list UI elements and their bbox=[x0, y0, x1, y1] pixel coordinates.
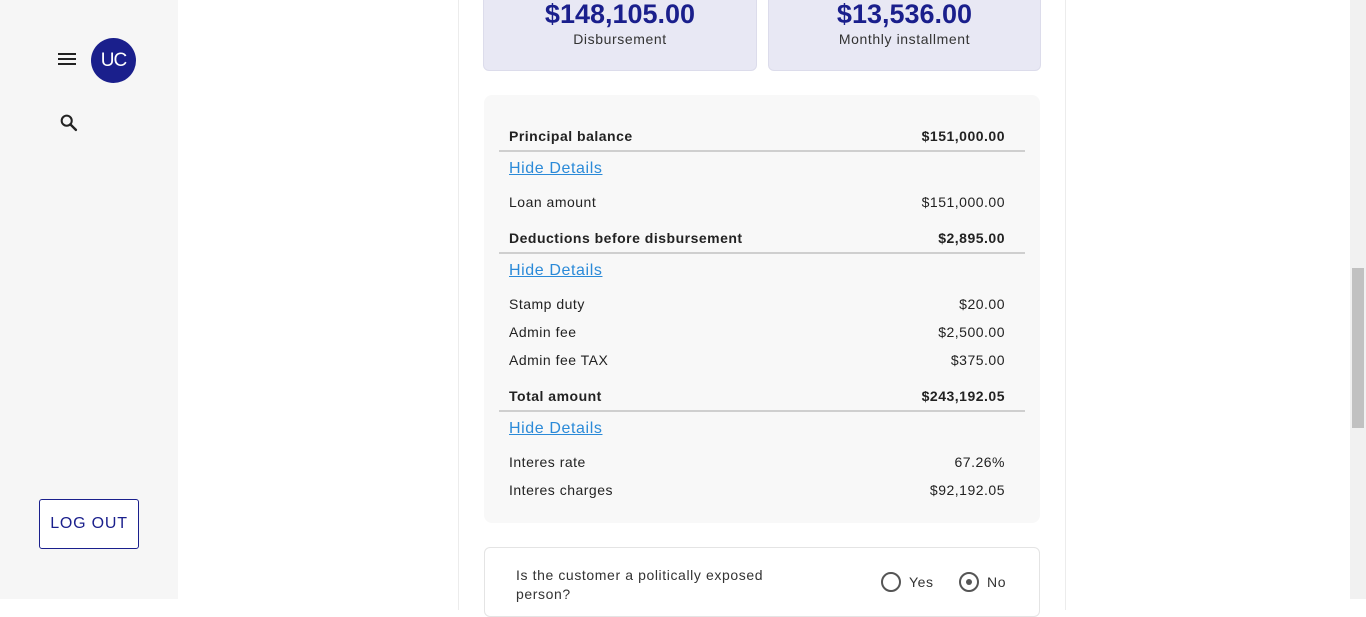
radio-no-label: No bbox=[987, 574, 1007, 590]
deductions-label: Deductions before disbursement bbox=[509, 230, 743, 246]
page-scrollbar[interactable] bbox=[1350, 0, 1366, 599]
admin-fee-row: Admin fee $2,500.00 bbox=[509, 322, 1005, 342]
radio-yes-label: Yes bbox=[909, 574, 934, 590]
principal-balance-label: Principal balance bbox=[509, 128, 633, 144]
stamp-duty-label: Stamp duty bbox=[509, 296, 585, 312]
loan-amount-row: Loan amount $151,000.00 bbox=[509, 192, 1005, 212]
loan-amount-label: Loan amount bbox=[509, 194, 597, 210]
disbursement-label: Disbursement bbox=[573, 31, 667, 47]
stamp-duty-row: Stamp duty $20.00 bbox=[509, 294, 1005, 314]
stamp-duty-value: $20.00 bbox=[959, 296, 1005, 312]
total-amount-row: Total amount $243,192.05 bbox=[509, 386, 1005, 406]
admin-fee-tax-row: Admin fee TAX $375.00 bbox=[509, 350, 1005, 370]
divider bbox=[499, 150, 1025, 152]
divider bbox=[499, 410, 1025, 412]
installment-value: $13,536.00 bbox=[836, 0, 973, 29]
pep-question-card: Is the customer a politically exposed pe… bbox=[484, 547, 1040, 617]
hide-details-principal-link[interactable]: Hide Details bbox=[509, 160, 602, 178]
admin-fee-value: $2,500.00 bbox=[938, 324, 1005, 340]
radio-no[interactable]: No bbox=[954, 567, 1007, 601]
total-amount-label: Total amount bbox=[509, 388, 602, 404]
loan-details-panel: Principal balance $151,000.00 Hide Detai… bbox=[484, 95, 1040, 523]
interest-charges-row: Interes charges $92,192.05 bbox=[509, 480, 1005, 500]
installment-label: Monthly installment bbox=[838, 31, 971, 47]
hide-details-total-link[interactable]: Hide Details bbox=[509, 420, 602, 438]
deductions-value: $2,895.00 bbox=[938, 230, 1005, 246]
interest-charges-label: Interes charges bbox=[509, 482, 613, 498]
interest-rate-value: 67.26% bbox=[954, 454, 1005, 470]
radio-yes[interactable]: Yes bbox=[881, 572, 934, 592]
interest-rate-row: Interes rate 67.26% bbox=[509, 452, 1005, 472]
hide-details-deductions-link[interactable]: Hide Details bbox=[509, 262, 602, 280]
interest-rate-label: Interes rate bbox=[509, 454, 586, 470]
hamburger-menu-icon[interactable] bbox=[56, 50, 78, 68]
disbursement-card: $148,105.00 Disbursement bbox=[483, 0, 757, 71]
total-amount-value: $243,192.05 bbox=[921, 388, 1005, 404]
admin-fee-tax-value: $375.00 bbox=[950, 352, 1005, 368]
principal-balance-row: Principal balance $151,000.00 bbox=[509, 126, 1005, 146]
principal-balance-value: $151,000.00 bbox=[921, 128, 1005, 144]
sidebar: UC LOG OUT bbox=[0, 0, 178, 599]
pep-question-text: Is the customer a politically exposed pe… bbox=[516, 567, 764, 602]
radio-yes-circle[interactable] bbox=[881, 572, 901, 592]
installment-card: $13,536.00 Monthly installment bbox=[768, 0, 1041, 71]
interest-charges-value: $92,192.05 bbox=[929, 482, 1005, 498]
loan-amount-value: $151,000.00 bbox=[921, 194, 1005, 210]
search-icon[interactable] bbox=[58, 112, 80, 134]
admin-fee-label: Admin fee bbox=[509, 324, 577, 340]
scrollbar-thumb[interactable] bbox=[1352, 268, 1364, 428]
radio-no-circle[interactable] bbox=[954, 567, 988, 601]
divider bbox=[499, 252, 1025, 254]
disbursement-value: $148,105.00 bbox=[544, 0, 696, 29]
avatar[interactable]: UC bbox=[91, 38, 136, 83]
logout-button[interactable]: LOG OUT bbox=[39, 499, 139, 549]
deductions-row: Deductions before disbursement $2,895.00 bbox=[509, 228, 1005, 248]
admin-fee-tax-label: Admin fee TAX bbox=[509, 352, 609, 368]
